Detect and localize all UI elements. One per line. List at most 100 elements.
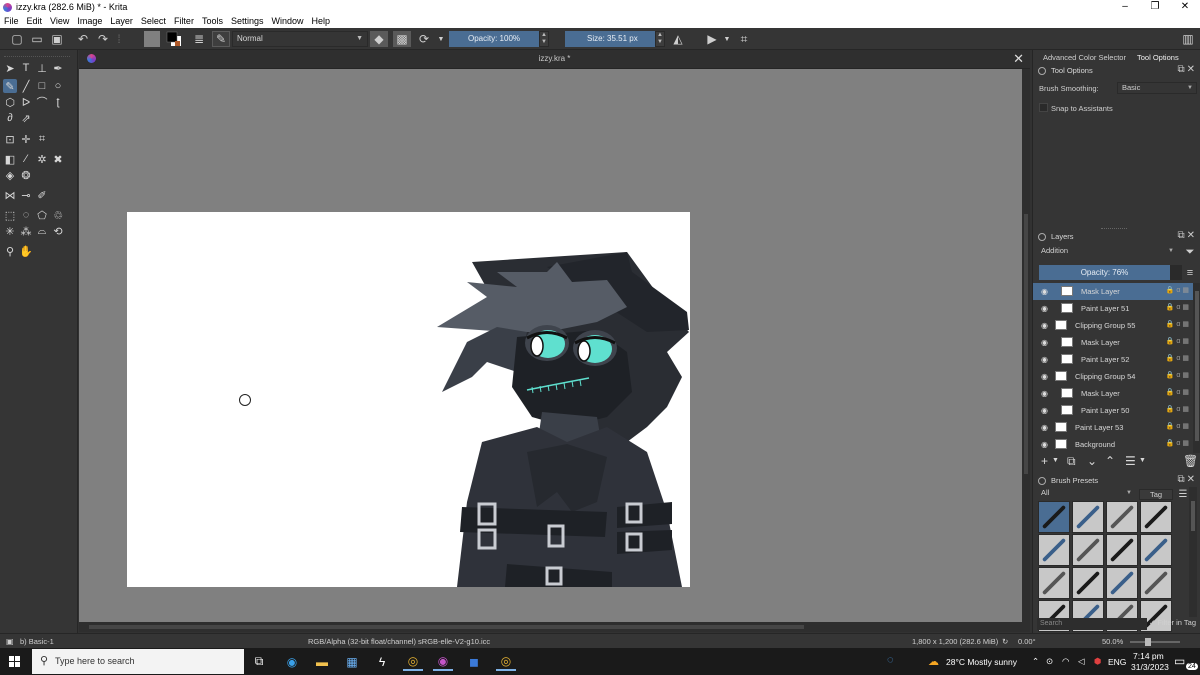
- brush-preset-tile[interactable]: [1072, 534, 1104, 566]
- weather-icon[interactable]: ☁: [928, 655, 939, 668]
- layer-row[interactable]: ◉ Clipping Group 55 🔒α▦: [1033, 317, 1193, 334]
- colorize-mask-icon[interactable]: ✖: [51, 152, 65, 166]
- zoom-slider[interactable]: [1130, 641, 1180, 643]
- rotation-value[interactable]: 0.00°: [1018, 637, 1036, 646]
- dynamic-brush-icon[interactable]: ∂: [3, 111, 17, 125]
- tab-advanced-color-selector[interactable]: Advanced Color Selector: [1043, 53, 1126, 62]
- visibility-eye-icon[interactable]: ◉: [1041, 287, 1048, 296]
- menu-select[interactable]: Select: [137, 16, 170, 26]
- rect-select-icon[interactable]: ⬚: [3, 208, 17, 222]
- windows-start-icon[interactable]: [9, 656, 20, 667]
- layer-blend-mode-select[interactable]: Addition ▼: [1037, 246, 1177, 258]
- enclose-fill-icon[interactable]: ❂: [19, 168, 33, 182]
- bezier-select-icon[interactable]: ⌓: [35, 224, 49, 238]
- opacity-stepper[interactable]: ▲ ▼: [539, 31, 549, 47]
- brush-preset-tile[interactable]: [1106, 534, 1138, 566]
- notifications-icon[interactable]: ▭: [1174, 654, 1185, 668]
- brush-smoothing-select[interactable]: Basic ▼: [1117, 82, 1197, 94]
- brush-preset-tile[interactable]: [1140, 501, 1172, 533]
- new-document-icon[interactable]: ▢: [10, 31, 24, 47]
- network-icon[interactable]: ⊙: [1046, 656, 1053, 667]
- preset-search-input[interactable]: Search: [1037, 618, 1147, 630]
- task-view-icon[interactable]: ⧉: [249, 652, 269, 671]
- krita-taskbar-icon[interactable]: ◉: [433, 652, 453, 671]
- move-tool-icon[interactable]: ✛: [19, 132, 33, 146]
- redo-icon[interactable]: ↷: [96, 31, 110, 47]
- menu-icon[interactable]: ≡: [1183, 265, 1197, 281]
- menu-view[interactable]: View: [46, 16, 73, 26]
- clock-time[interactable]: 7:14 pm: [1133, 651, 1164, 661]
- smart-patch-icon[interactable]: ✲: [35, 152, 49, 166]
- visibility-eye-icon[interactable]: ◉: [1041, 372, 1048, 381]
- edit-shapes-icon[interactable]: ⊥: [35, 61, 49, 75]
- panel-float-close-icon[interactable]: ⧉✕: [1177, 474, 1197, 485]
- ellipse-select-icon[interactable]: ◌: [19, 208, 33, 222]
- preserve-alpha-icon[interactable]: ▩: [393, 31, 411, 47]
- menu-image[interactable]: Image: [73, 16, 106, 26]
- mirror-horizontal-icon[interactable]: ◭: [670, 31, 686, 47]
- reference-images-icon[interactable]: ✐: [35, 188, 49, 202]
- document-tab-title[interactable]: izzy.kra *: [79, 54, 1030, 63]
- freehand-select-icon[interactable]: ♲: [51, 208, 65, 222]
- panel-float-close-icon[interactable]: ⧉✕: [1177, 230, 1197, 241]
- scrollbar-thumb[interactable]: [1024, 214, 1028, 474]
- layer-property-icons[interactable]: 🔒α▦: [1166, 405, 1191, 413]
- pattern-icon[interactable]: ≣: [192, 31, 206, 47]
- layer-row[interactable]: ◉ Mask Layer 🔒α▦: [1033, 385, 1193, 402]
- layer-property-icons[interactable]: 🔒α▦: [1166, 422, 1191, 430]
- brush-preset-tile[interactable]: [1038, 534, 1070, 566]
- lightning-app-icon[interactable]: ϟ: [372, 652, 392, 671]
- snap-to-assistants-checkbox[interactable]: [1039, 103, 1048, 112]
- contiguous-select-icon[interactable]: ✳: [3, 224, 17, 238]
- layer-row[interactable]: ◉ Mask Layer 🔒α▦: [1033, 283, 1193, 300]
- brush-preset-tile[interactable]: [1140, 567, 1172, 599]
- mirror-vertical-icon[interactable]: ▶: [704, 31, 720, 47]
- reload-options-chevron-icon[interactable]: ▼: [436, 31, 446, 47]
- crop-tool-icon[interactable]: ⌗: [35, 132, 49, 146]
- clock-date[interactable]: 31/3/2023: [1131, 662, 1169, 672]
- brush-preset-tile[interactable]: [1140, 534, 1172, 566]
- similar-select-icon[interactable]: ⁂: [19, 224, 33, 238]
- visibility-eye-icon[interactable]: ◉: [1041, 338, 1048, 347]
- layer-row[interactable]: ◉ Paint Layer 53 🔒α▦: [1033, 419, 1193, 436]
- microsoft-store-icon[interactable]: ▦: [342, 652, 362, 671]
- support-icon[interactable]: ◌: [887, 654, 894, 666]
- visibility-eye-icon[interactable]: ◉: [1041, 321, 1048, 330]
- menu-help[interactable]: Help: [308, 16, 335, 26]
- maximize-button[interactable]: ❐: [1140, 0, 1170, 14]
- rectangle-tool-icon[interactable]: □: [35, 79, 49, 93]
- duplicate-layer-icon[interactable]: ⧉: [1067, 454, 1076, 469]
- layer-row[interactable]: ◉ Paint Layer 52 🔒α▦: [1033, 351, 1193, 368]
- bezier-tool-icon[interactable]: ⌒: [35, 95, 49, 109]
- menu-filter[interactable]: Filter: [170, 16, 198, 26]
- filter-in-tag-checkbox[interactable]: ✓ Filter in Tag: [1149, 618, 1196, 627]
- mirror-options-chevron-icon[interactable]: ▼: [722, 31, 732, 47]
- layer-property-icons[interactable]: 🔒α▦: [1166, 388, 1191, 396]
- menu-settings[interactable]: Settings: [227, 16, 268, 26]
- show-hidden-icons-chevron-icon[interactable]: ⌃: [1032, 656, 1039, 667]
- save-icon[interactable]: ▣: [50, 31, 64, 47]
- preset-filter-select[interactable]: All ▼: [1037, 488, 1135, 500]
- layer-properties-icon[interactable]: ☰: [1125, 454, 1136, 468]
- size-stepper[interactable]: ▲ ▼: [655, 31, 665, 47]
- zoom-value[interactable]: 50.0%: [1102, 637, 1123, 646]
- workspace-icon[interactable]: ▥: [1180, 31, 1196, 47]
- menu-tools[interactable]: Tools: [198, 16, 227, 26]
- chrome-icon[interactable]: ◎: [403, 652, 423, 671]
- calligraphy-icon[interactable]: ✒: [51, 61, 65, 75]
- panel-float-close-icon[interactable]: ⧉✕: [1177, 64, 1197, 75]
- opacity-slider[interactable]: Opacity: 100%: [449, 31, 539, 47]
- fill-gradient-swatch[interactable]: [144, 31, 160, 47]
- canvas-document[interactable]: [127, 212, 690, 587]
- pan-tool-icon[interactable]: ✋: [19, 244, 33, 258]
- polygon-select-icon[interactable]: ⬠: [35, 208, 49, 222]
- fg-bg-color-swatch[interactable]: [166, 31, 182, 47]
- layer-opacity-field[interactable]: [1170, 265, 1182, 280]
- delete-layer-icon[interactable]: 🗑: [1183, 454, 1198, 468]
- view-options-icon[interactable]: ☰: [1177, 486, 1189, 502]
- close-window-button[interactable]: ✕: [1170, 0, 1200, 14]
- canvas-horizontal-scrollbar[interactable]: [79, 622, 1030, 632]
- antivirus-icon[interactable]: ⬢: [1094, 656, 1101, 667]
- visibility-eye-icon[interactable]: ◉: [1041, 406, 1048, 415]
- layer-properties-chevron-icon[interactable]: ▼: [1139, 457, 1146, 464]
